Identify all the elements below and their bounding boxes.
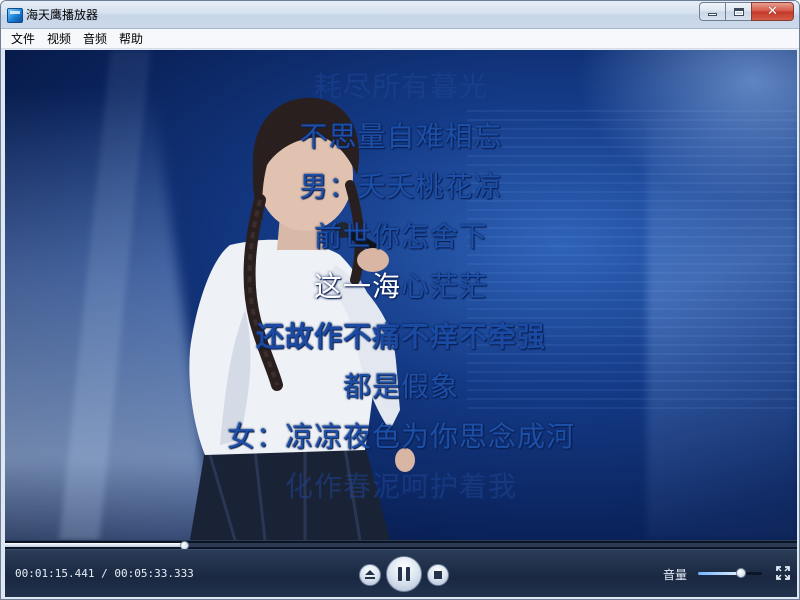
eject-icon [364, 569, 376, 581]
menu-help[interactable]: 帮助 [113, 30, 149, 48]
maximize-icon [733, 7, 744, 16]
lyric-line: 都是假象 [342, 370, 459, 403]
volume-slider[interactable] [698, 568, 762, 578]
close-icon: ✕ [767, 4, 778, 19]
lyric-line: 女：凉凉夜色为你思念成河 [226, 420, 575, 453]
play-pause-button[interactable] [386, 556, 422, 592]
control-bar: 00:01:15.441 / 00:05:33.333 音量 [5, 549, 797, 597]
lyrics-overlay: 耗尽所有暮光 不思量自难相忘 男：夭夭桃花凉 前世你怎舍下 这一海心茫茫 还故作… [5, 50, 797, 540]
video-player-icon [7, 8, 23, 23]
lyric-sung-portion: 这一海 [313, 270, 401, 303]
maximize-button[interactable] [725, 2, 751, 21]
lyric-line: 还故作不痛不痒不牵强 [255, 320, 546, 353]
player-window: 海天鹰播放器 ✕ 文件 视频 音频 帮助 耗尽所有暮光 不思量自难相忘 男：夭夭… [0, 0, 800, 600]
lyric-line: 耗尽所有暮光 [313, 70, 488, 103]
title-bar[interactable]: 海天鹰播放器 ✕ [1, 1, 799, 29]
seek-progress [5, 543, 185, 547]
menu-video[interactable]: 视频 [41, 30, 77, 48]
minimize-button[interactable] [699, 2, 725, 21]
fullscreen-icon[interactable] [776, 566, 790, 580]
pause-icon [398, 567, 410, 581]
lyric-line: 不思量自难相忘 [299, 120, 503, 153]
window-title: 海天鹰播放器 [26, 8, 99, 22]
seek-bar[interactable] [5, 540, 797, 550]
lyric-unsung-portion: 心茫茫 [401, 270, 489, 303]
volume-label: 音量 [663, 568, 688, 582]
time-display: 00:01:15.441 / 00:05:33.333 [15, 567, 194, 580]
caption-buttons: ✕ [699, 2, 794, 21]
lyric-line: 男：夭夭桃花凉 [299, 170, 503, 203]
stop-icon [434, 571, 442, 579]
lyric-line: 前世你怎舍下 [313, 220, 488, 253]
stop-button[interactable] [427, 564, 449, 586]
lyric-line: 化作春泥呵护着我 [284, 470, 517, 503]
close-button[interactable]: ✕ [751, 2, 794, 21]
volume-handle[interactable] [735, 568, 746, 578]
volume-level [698, 572, 741, 575]
menu-bar: 文件 视频 音频 帮助 [1, 29, 799, 49]
menu-audio[interactable]: 音频 [77, 30, 113, 48]
menu-file[interactable]: 文件 [5, 30, 41, 48]
open-file-button[interactable] [359, 564, 381, 586]
minimize-icon [708, 13, 717, 16]
lyric-line-current: 这一海心茫茫 [5, 270, 797, 304]
video-display[interactable]: 耗尽所有暮光 不思量自难相忘 男：夭夭桃花凉 前世你怎舍下 这一海心茫茫 还故作… [5, 50, 797, 540]
